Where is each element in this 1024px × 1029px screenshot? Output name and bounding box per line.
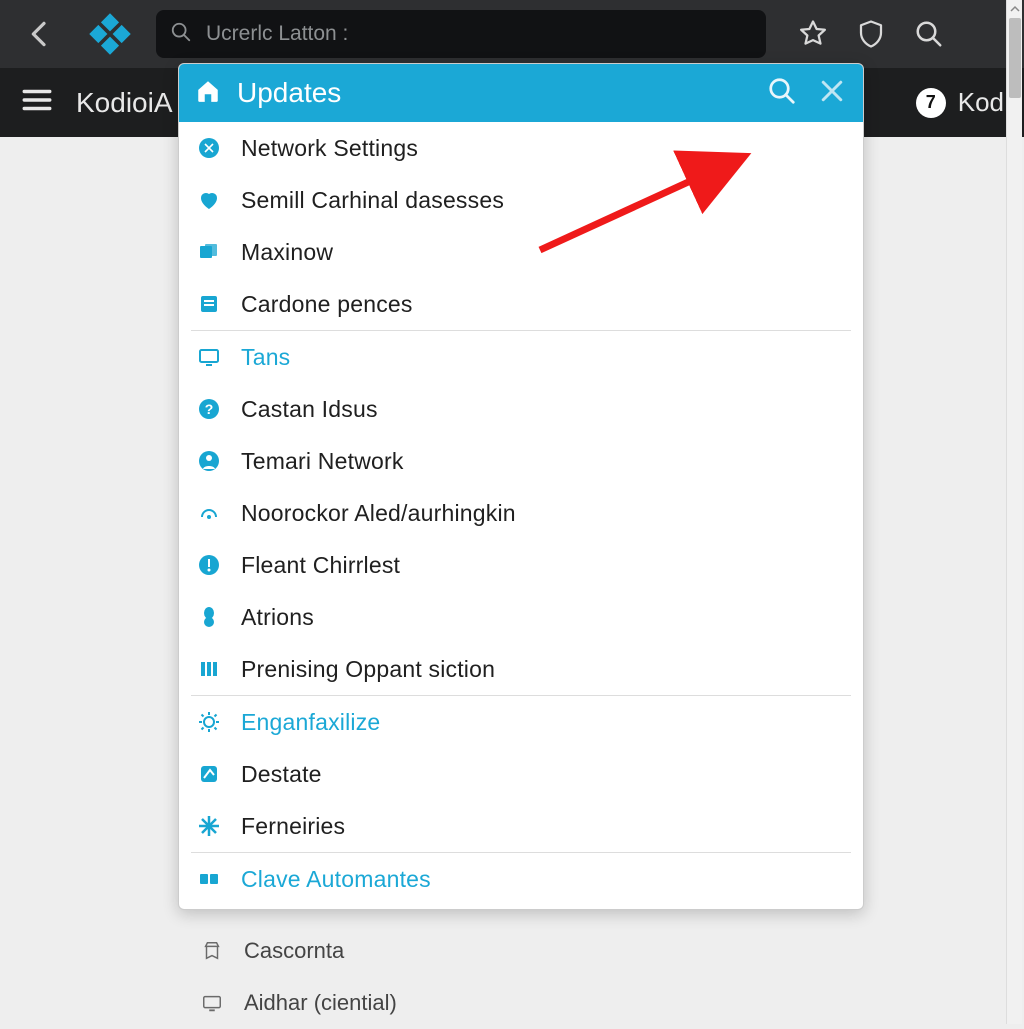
close-icon	[817, 76, 847, 106]
item-icon	[193, 814, 225, 838]
dropdown-item[interactable]: Tans	[179, 331, 863, 383]
item-icon	[193, 136, 225, 160]
item-label: Clave Automantes	[241, 866, 431, 893]
browser-top-bar: Ucrerlc Latton :	[0, 0, 1024, 68]
item-label: Prenising Oppant siction	[241, 656, 495, 683]
notification-count-badge: 7	[916, 88, 946, 118]
back-button[interactable]	[10, 18, 70, 50]
item-icon	[193, 762, 225, 786]
item-icon	[193, 605, 225, 629]
item-icon	[193, 449, 225, 473]
kodi-logo-icon	[88, 12, 132, 56]
item-label: Temari Network	[241, 448, 404, 475]
shield-button[interactable]	[856, 19, 886, 49]
search-button[interactable]	[914, 19, 944, 49]
search-icon	[767, 76, 797, 106]
app-title: KodioiA	[76, 87, 173, 119]
dropdown-item[interactable]: ? Castan Idsus	[179, 383, 863, 435]
dropdown-close-button[interactable]	[817, 76, 847, 111]
scrollbar-thumb[interactable]	[1009, 18, 1021, 98]
item-label: Destate	[241, 761, 322, 788]
dropdown-item[interactable]: Destate	[179, 748, 863, 800]
url-bar[interactable]: Ucrerlc Latton :	[156, 10, 766, 58]
item-icon	[193, 553, 225, 577]
item-label: Castan Idsus	[241, 396, 378, 423]
dropdown-item[interactable]: Atrions	[179, 591, 863, 643]
item-label: Aidhar (ciential)	[244, 990, 397, 1016]
dropdown-item[interactable]: Prenising Oppant siction	[179, 643, 863, 695]
item-label: Network Settings	[241, 135, 418, 162]
item-label: Semill Carhinal dasesses	[241, 187, 504, 214]
overflow-item[interactable]: Cascornta	[186, 925, 856, 977]
scroll-up-button[interactable]	[1007, 0, 1022, 18]
dropdown-search-button[interactable]	[767, 76, 797, 111]
toolbar-icons	[798, 19, 944, 49]
app-logo[interactable]	[70, 12, 150, 56]
shield-outline-icon	[856, 19, 886, 49]
item-label: Maxinow	[241, 239, 333, 266]
overflow-list: Cascornta Aidhar (ciential)	[186, 925, 856, 1029]
item-label: Cascornta	[244, 938, 344, 964]
item-icon	[193, 345, 225, 369]
dropdown-item[interactable]: Maxinow	[179, 226, 863, 278]
dropdown-item[interactable]: Fleant Chirrlest	[179, 539, 863, 591]
arrow-left-icon	[24, 18, 56, 50]
favorites-button[interactable]	[798, 19, 828, 49]
dropdown-title: Updates	[237, 77, 341, 109]
star-outline-icon	[798, 19, 828, 49]
hamburger-icon	[20, 83, 54, 117]
item-icon	[193, 240, 225, 264]
item-icon	[193, 867, 225, 891]
overflow-item[interactable]: Aidhar (ciential)	[186, 977, 856, 1029]
item-label: Enganfaxilize	[241, 709, 380, 736]
dropdown-item[interactable]: Ferneiries	[179, 800, 863, 852]
dropdown-header: Updates	[179, 64, 863, 122]
home-icon	[195, 78, 221, 109]
svg-text:?: ?	[205, 401, 214, 417]
item-label: Ferneiries	[241, 813, 345, 840]
settings-dropdown: Updates Network Settings Semill Carhinal …	[178, 63, 864, 910]
item-label: Fleant Chirrlest	[241, 552, 400, 579]
item-icon	[193, 501, 225, 525]
item-icon	[196, 940, 228, 962]
item-icon	[193, 188, 225, 212]
item-label: Noorockor Aled/aurhingkin	[241, 500, 516, 527]
dropdown-item[interactable]: Enganfaxilize	[179, 696, 863, 748]
menu-button[interactable]	[20, 83, 54, 122]
vertical-scrollbar[interactable]	[1006, 0, 1022, 1024]
item-label: Tans	[241, 344, 290, 371]
item-icon: ?	[193, 397, 225, 421]
notifications-area[interactable]: 7 Kod	[916, 87, 1004, 118]
magnifier-icon	[914, 19, 944, 49]
item-icon	[193, 292, 225, 316]
dropdown-item[interactable]: Cardone pences	[179, 278, 863, 330]
notification-label: Kod	[958, 87, 1004, 118]
dropdown-item[interactable]: Network Settings	[179, 122, 863, 174]
chevron-up-icon	[1010, 4, 1020, 14]
search-icon	[170, 21, 192, 48]
dropdown-item[interactable]: Noorockor Aled/aurhingkin	[179, 487, 863, 539]
dropdown-item[interactable]: Clave Automantes	[179, 853, 863, 905]
item-icon	[196, 992, 228, 1014]
item-label: Cardone pences	[241, 291, 413, 318]
url-text: Ucrerlc Latton :	[206, 22, 348, 46]
dropdown-list: Network Settings Semill Carhinal dasesses…	[179, 122, 863, 909]
item-label: Atrions	[241, 604, 314, 631]
item-icon	[193, 657, 225, 681]
item-icon	[193, 710, 225, 734]
dropdown-item[interactable]: Temari Network	[179, 435, 863, 487]
dropdown-item[interactable]: Semill Carhinal dasesses	[179, 174, 863, 226]
